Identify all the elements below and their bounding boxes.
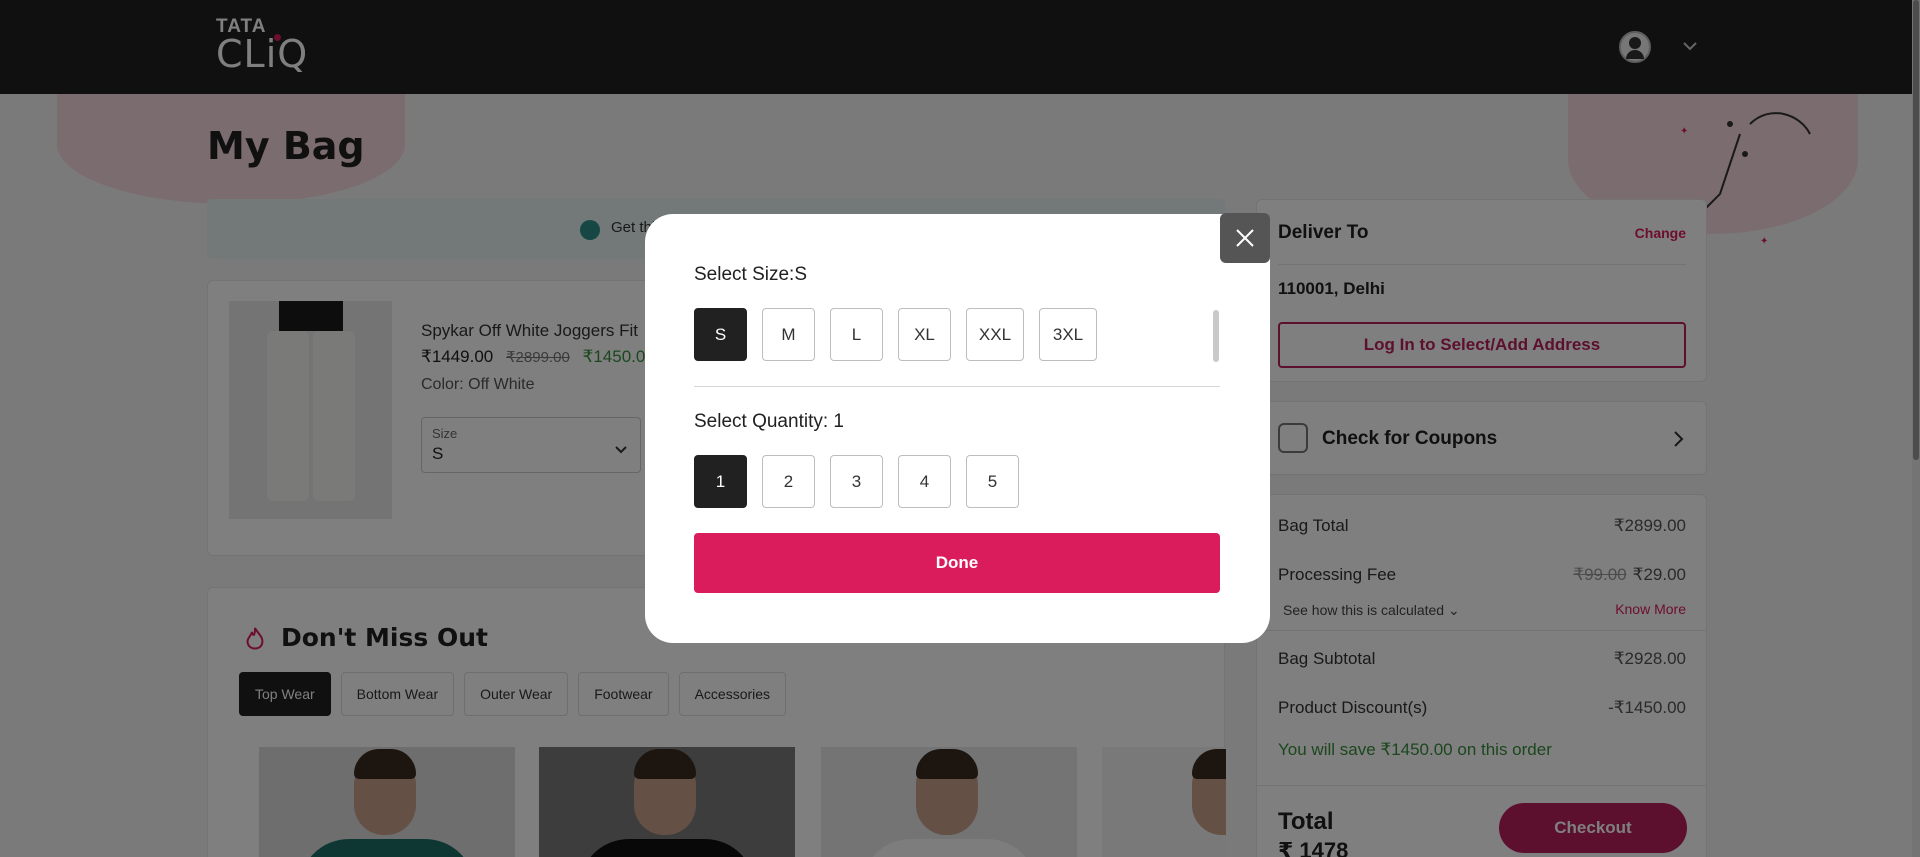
size-options: S M L XL XXL 3XL <box>694 308 1097 361</box>
size-option-xl[interactable]: XL <box>898 308 951 361</box>
close-modal-button[interactable] <box>1220 213 1270 263</box>
close-icon <box>1236 229 1254 247</box>
done-button[interactable]: Done <box>694 533 1220 593</box>
select-quantity-label: Select Quantity: 1 <box>694 411 844 432</box>
size-option-m[interactable]: M <box>762 308 815 361</box>
size-option-l[interactable]: L <box>830 308 883 361</box>
quantity-option-5[interactable]: 5 <box>966 455 1019 508</box>
quantity-options: 1 2 3 4 5 <box>694 455 1019 508</box>
size-list-scrollbar[interactable] <box>1213 310 1219 362</box>
quantity-option-2[interactable]: 2 <box>762 455 815 508</box>
quantity-option-4[interactable]: 4 <box>898 455 951 508</box>
quantity-option-1[interactable]: 1 <box>694 455 747 508</box>
quantity-option-3[interactable]: 3 <box>830 455 883 508</box>
size-quantity-modal: Select Size:S S M L XL XXL 3XL Select Qu… <box>645 214 1270 643</box>
size-option-xxl[interactable]: XXL <box>966 308 1024 361</box>
select-size-label: Select Size:S <box>694 264 807 285</box>
size-option-s[interactable]: S <box>694 308 747 361</box>
size-option-3xl[interactable]: 3XL <box>1039 308 1097 361</box>
